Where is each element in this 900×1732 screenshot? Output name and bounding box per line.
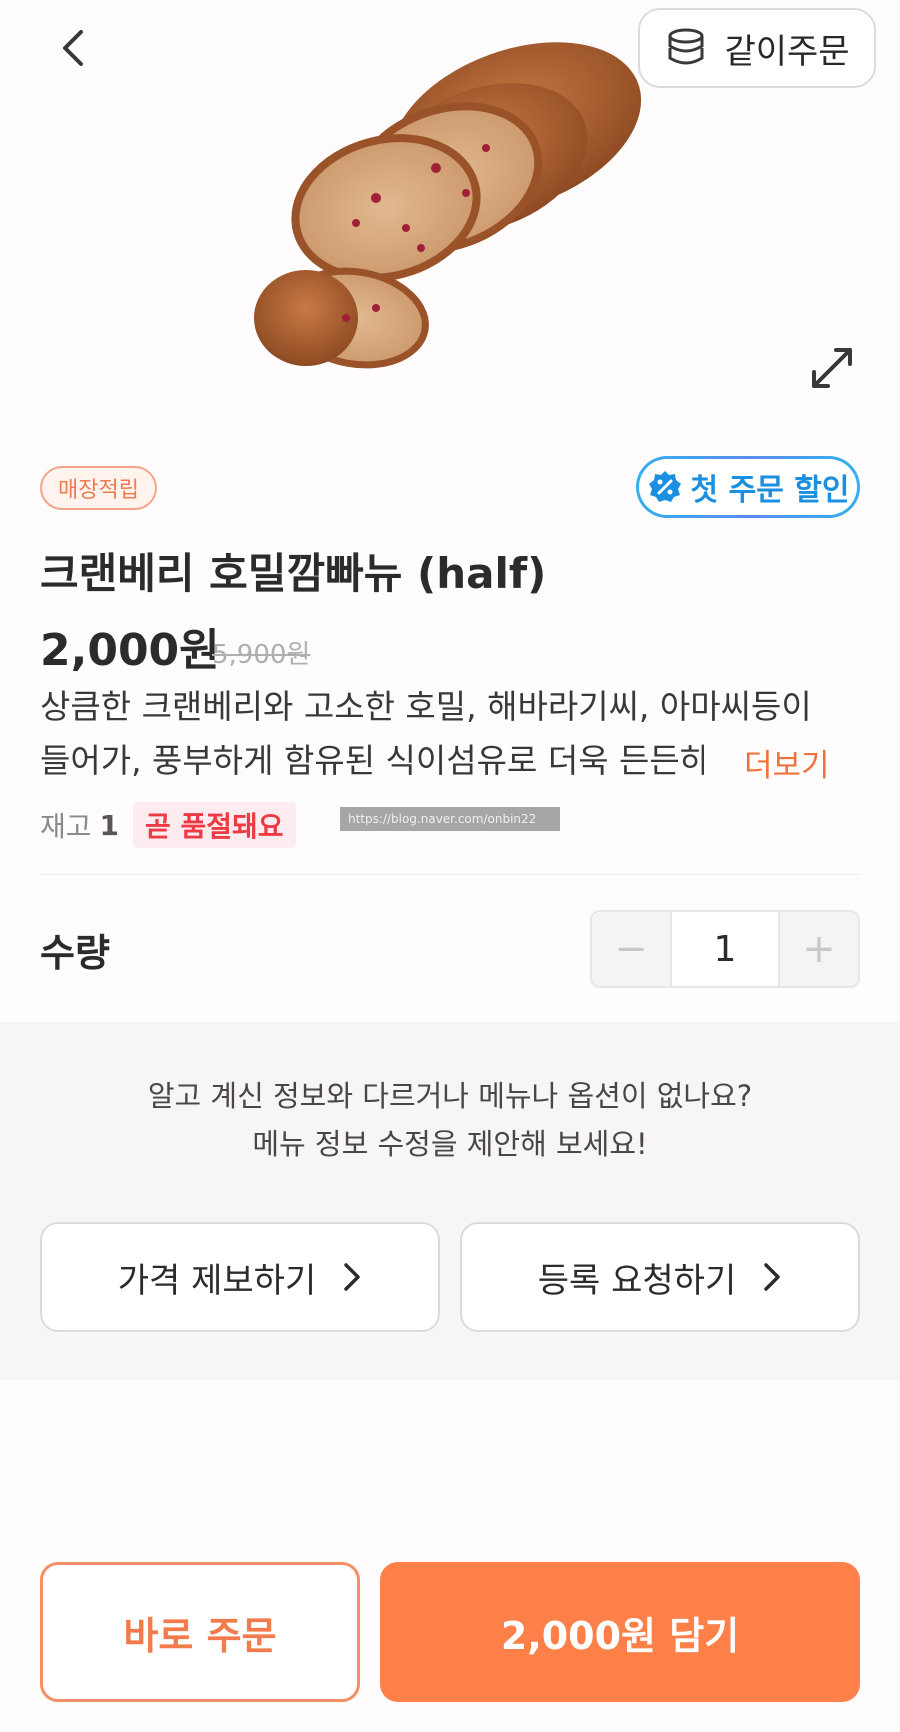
expand-icon <box>812 348 852 388</box>
price-report-button[interactable]: 가격 제보하기 <box>40 1222 440 1332</box>
suggest-line: 알고 계신 정보와 다르거나 메뉴나 옵션이 없나요? <box>147 1079 753 1113</box>
product-price: 2,000원 <box>40 625 220 676</box>
order-now-button[interactable]: 바로 주문 <box>40 1562 360 1702</box>
stock-count: 1 <box>99 808 120 842</box>
quantity-label: 수량 <box>40 931 110 975</box>
soldout-soon-badge: 곧 품절돼요 <box>133 802 296 848</box>
more-button[interactable]: 더보기 <box>744 740 830 785</box>
first-order-discount-badge[interactable]: 첫 주문 할인 <box>636 456 860 518</box>
original-price: 5,900원 <box>212 640 311 670</box>
discount-icon <box>648 471 681 502</box>
product-image <box>254 42 642 369</box>
suggest-text: 알고 계신 정보와 다르거나 메뉴나 옵션이 없나요? 메뉴 정보 수정을 제안… <box>0 1072 900 1168</box>
description-line: 상큼한 크랜베리와 고소한 호밀, 해바라기씨, 아마씨등이 <box>40 687 812 726</box>
discount-badge-label: 첫 주문 할인 <box>690 473 850 508</box>
stacked-cups-icon <box>668 28 704 65</box>
product-hero: 같이주문 <box>0 0 900 420</box>
product-description: 상큼한 크랜베리와 고소한 호밀, 해바라기씨, 아마씨등이 들어가, 풍부하게… <box>40 680 840 788</box>
price-report-label: 가격 제보하기 <box>117 1260 317 1301</box>
chevron-left-icon <box>63 30 83 66</box>
store-reward-badge: 매장적립 <box>40 466 157 510</box>
register-request-label: 등록 요청하기 <box>537 1260 737 1301</box>
quantity-stepper: − 1 + <box>590 910 860 988</box>
decrease-button[interactable]: − <box>592 912 670 986</box>
add-to-cart-button[interactable]: 2,000원 담기 <box>380 1562 860 1702</box>
expand-image-button[interactable] <box>806 342 858 394</box>
product-title: 크랜베리 호밀깜빠뉴 (half) <box>40 549 547 598</box>
chevron-right-icon <box>764 1263 780 1291</box>
stock-info: 재고 1 곧 품절돼요 <box>40 802 296 848</box>
divider <box>40 874 860 875</box>
suggest-edit-section: 알고 계신 정보와 다르거나 메뉴나 옵션이 없나요? 메뉴 정보 수정을 제안… <box>0 1022 900 1380</box>
group-order-label: 같이주문 <box>724 31 850 72</box>
quantity-value: 1 <box>670 912 780 986</box>
suggest-line: 메뉴 정보 수정을 제안해 보세요! <box>252 1127 648 1161</box>
stock-label: 재고 <box>40 810 92 843</box>
group-order-button[interactable]: 같이주문 <box>638 8 876 88</box>
chevron-right-icon <box>344 1263 360 1291</box>
register-request-button[interactable]: 등록 요청하기 <box>460 1222 860 1332</box>
increase-button[interactable]: + <box>780 912 858 986</box>
description-line: 들어가, 풍부하게 함유된 식이섬유로 더욱 든든하 <box>40 741 704 780</box>
watermark: https://blog.naver.com/onbin22 <box>340 807 560 831</box>
back-button[interactable] <box>48 22 100 74</box>
